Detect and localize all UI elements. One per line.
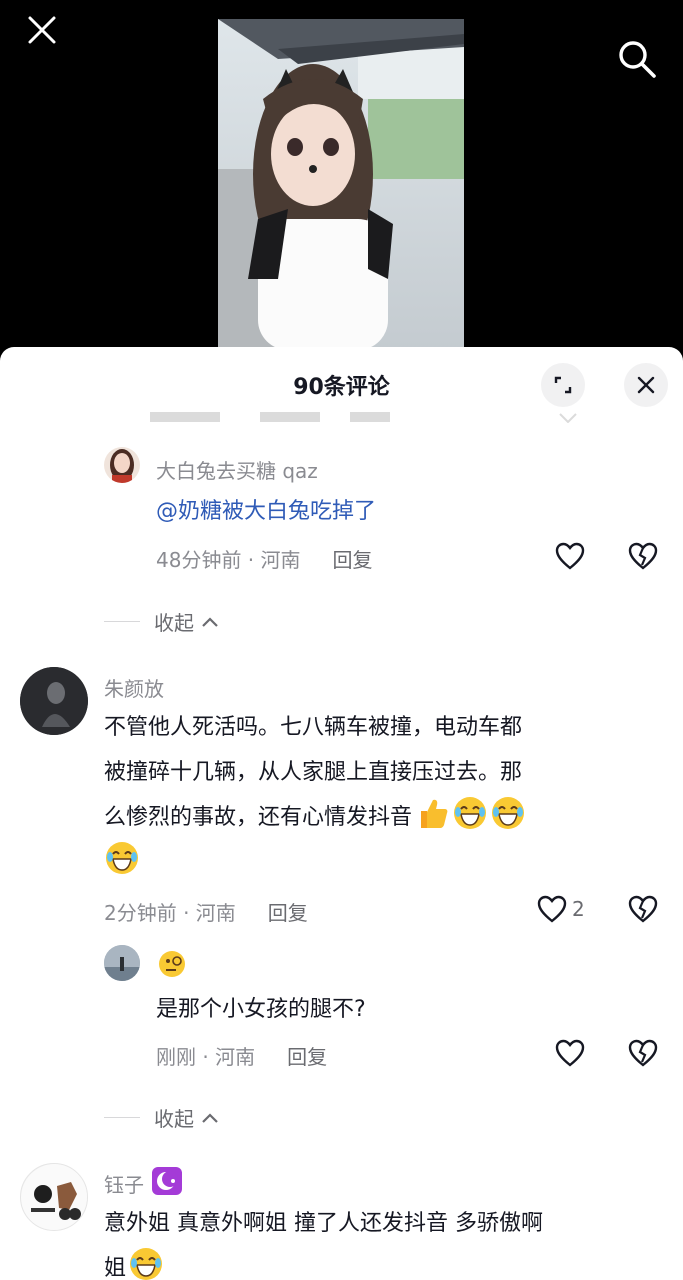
crescent-badge-icon — [152, 1167, 182, 1195]
dislike-icon[interactable] — [627, 894, 659, 924]
comment-line: 不管他人死活吗。七八辆车被撞，电动车都 — [104, 715, 523, 740]
heart-icon[interactable] — [554, 1038, 586, 1068]
close-icon — [637, 376, 655, 394]
heart-icon[interactable] — [536, 894, 568, 924]
scrolled-past-row — [150, 409, 600, 423]
reply-button[interactable]: 回复 — [268, 901, 308, 925]
dislike-icon[interactable] — [627, 1038, 659, 1068]
laugh-cry-emoji — [454, 797, 487, 829]
close-icon[interactable] — [22, 10, 62, 50]
comment-line: 意外姐 真意外啊姐 撞了人还发抖音 多骄傲啊 — [104, 1211, 543, 1236]
commenter-name[interactable]: 朱颜放 — [104, 673, 164, 702]
collapse-label: 收起 — [154, 611, 194, 635]
comment-mention[interactable]: @奶糖被大白兔吃掉了 — [156, 489, 376, 534]
comment-line: 姐 — [104, 1256, 127, 1280]
sheet-close-button[interactable] — [624, 363, 668, 407]
comment-meta: 刚刚 · 河南 回复 — [156, 1041, 327, 1070]
comment-meta: 48分钟前 · 河南 回复 — [156, 544, 373, 573]
avatar[interactable] — [20, 1163, 88, 1231]
comment-line: 么惨烈的事故，还有心情发抖音 — [104, 805, 413, 830]
thinking-emoji — [159, 951, 185, 977]
reply-button[interactable]: 回复 — [333, 548, 373, 572]
commenter-name[interactable]: 钰子 — [104, 1169, 144, 1198]
comment-meta: 2分钟前 · 河南 回复 — [104, 897, 308, 926]
comment-text[interactable]: 不管他人死活吗。七八辆车被撞，电动车都 被撞碎十几辆，从人家腿上直接压过去。那 … — [104, 705, 664, 885]
thumbs-up-emoji — [421, 799, 448, 828]
heart-icon[interactable] — [554, 541, 586, 571]
comment-line-with-emoji: 姐 — [104, 1246, 674, 1280]
laugh-cry-emoji — [492, 797, 525, 829]
collapse-label: 收起 — [154, 1107, 194, 1131]
avatar[interactable] — [20, 667, 88, 735]
laugh-cry-emoji — [130, 1248, 163, 1280]
comment-time-location: 刚刚 · 河南 — [156, 1045, 256, 1069]
collapse-replies-button[interactable]: 收起 — [104, 607, 220, 636]
comment-text[interactable]: 是那个小女孩的腿不? — [156, 987, 366, 1032]
comment-text[interactable]: 意外姐 真意外啊姐 撞了人还发抖音 多骄傲啊 姐 — [104, 1201, 674, 1280]
avatar[interactable] — [104, 447, 140, 483]
search-icon[interactable] — [614, 36, 660, 82]
video-thumbnail[interactable] — [218, 19, 464, 350]
like-count: 2 — [572, 897, 585, 921]
expand-icon — [554, 376, 572, 394]
collapse-replies-button[interactable]: 收起 — [104, 1103, 220, 1132]
laugh-cry-emoji — [106, 842, 138, 874]
comment-line: 被撞碎十几辆，从人家腿上直接压过去。那 — [104, 760, 523, 785]
comment-line-emoji-only — [104, 840, 664, 885]
commenter-name[interactable]: 大白兔去买糖 qaz — [156, 455, 318, 484]
comment-time-location: 2分钟前 · 河南 — [104, 901, 236, 925]
chevron-up-icon — [202, 1112, 218, 1123]
chevron-up-icon — [202, 616, 218, 627]
comment-time-location: 48分钟前 · 河南 — [156, 548, 301, 572]
expand-button[interactable] — [541, 363, 585, 407]
reply-button[interactable]: 回复 — [287, 1045, 327, 1069]
comment-line-with-emoji: 么惨烈的事故，还有心情发抖音 — [104, 795, 664, 840]
video-area — [0, 0, 683, 350]
comments-sheet: 90条评论 大白兔去买糖 qaz @奶糖被大白兔吃掉了 48分钟前 · 河南 回复… — [0, 347, 683, 1280]
dislike-icon[interactable] — [627, 541, 659, 571]
avatar[interactable] — [104, 945, 140, 981]
